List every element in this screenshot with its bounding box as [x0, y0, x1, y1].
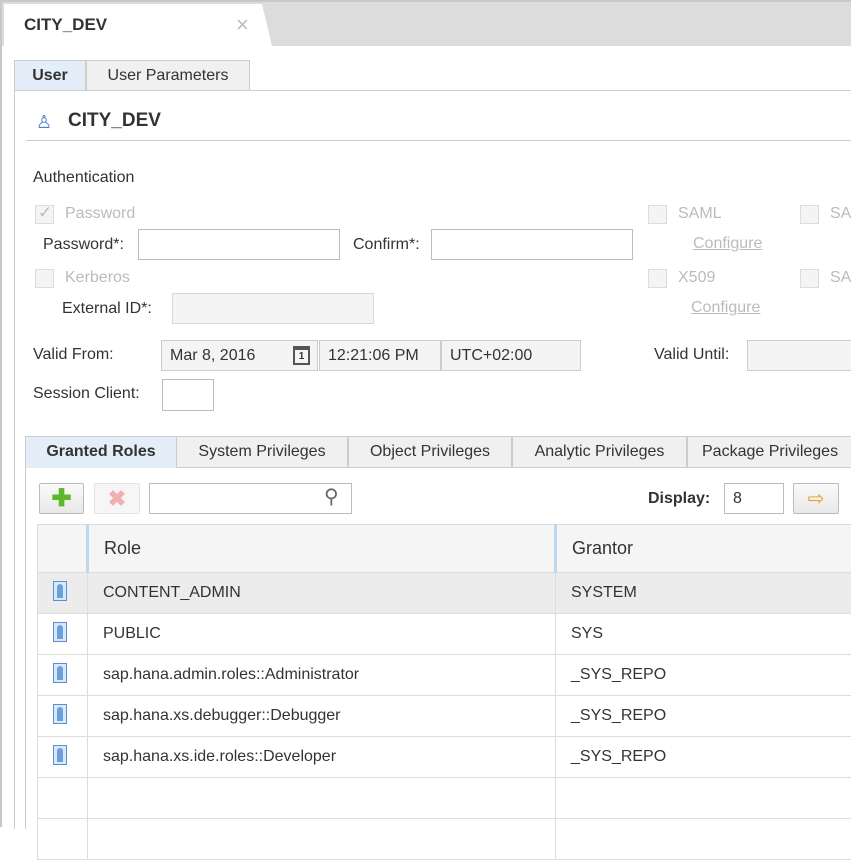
x509-checkbox[interactable] — [648, 269, 667, 288]
sap-assertion-label: SA — [830, 269, 851, 287]
session-client-label: Session Client: — [33, 385, 140, 403]
kerberos-checkbox[interactable] — [35, 269, 54, 288]
close-icon[interactable]: × — [236, 12, 249, 38]
confirm-label: Confirm*: — [353, 236, 420, 254]
sap-assertion-checkbox[interactable] — [800, 269, 819, 288]
date-value: Mar 8, 2016 — [170, 347, 255, 365]
role-column-header[interactable]: Role — [88, 525, 556, 573]
tab-object-privileges[interactable]: Object Privileges — [348, 436, 512, 468]
grantor-cell: SYSTEM — [556, 573, 851, 614]
granted-roles-table: Role Grantor CONTENT_ADMINSYSTEM PUBLICS… — [37, 524, 851, 860]
grantor-column-header[interactable]: Grantor — [556, 525, 851, 573]
tab-analytic-privileges[interactable]: Analytic Privileges — [512, 436, 687, 468]
valid-from-time[interactable]: 12:21:06 PM — [319, 340, 441, 371]
authentication-heading: Authentication — [33, 169, 134, 187]
valid-from-timezone[interactable]: UTC+02:00 — [441, 340, 581, 371]
role-icon — [53, 663, 67, 683]
tab-user[interactable]: User — [14, 60, 86, 91]
table-row[interactable]: CONTENT_ADMINSYSTEM — [38, 573, 851, 614]
saml-option-label: SAML — [678, 205, 722, 223]
tab-package-privileges[interactable]: Package Privileges — [687, 436, 851, 468]
search-icon: ⚲ — [324, 484, 339, 509]
role-icon — [53, 622, 67, 642]
next-page-button[interactable]: ⇨ — [793, 483, 839, 514]
session-client-input[interactable] — [162, 379, 214, 411]
saml-configure-link[interactable]: Configure — [693, 235, 762, 253]
confirm-input[interactable] — [431, 229, 633, 260]
table-row[interactable]: sap.hana.admin.roles::Administrator_SYS_… — [38, 655, 851, 696]
role-cell: PUBLIC — [88, 614, 556, 655]
role-cell: sap.hana.xs.debugger::Debugger — [88, 696, 556, 737]
password-label: Password*: — [43, 236, 124, 254]
display-count-input[interactable]: 8 — [724, 483, 784, 514]
table-header: Role Grantor — [38, 525, 851, 573]
kerberos-option-label: Kerberos — [65, 269, 130, 287]
role-search-input[interactable] — [149, 483, 352, 514]
role-cell: sap.hana.admin.roles::Administrator — [88, 655, 556, 696]
role-cell: CONTENT_ADMIN — [88, 573, 556, 614]
grantor-cell: _SYS_REPO — [556, 737, 851, 778]
saml-checkbox[interactable] — [648, 205, 667, 224]
external-id-label: External ID*: — [62, 300, 152, 318]
display-label: Display: — [648, 490, 710, 508]
valid-from-date[interactable]: Mar 8, 2016 1 — [161, 340, 318, 371]
calendar-icon[interactable]: 1 — [293, 346, 310, 365]
external-id-input[interactable] — [172, 293, 374, 324]
document-tab-title: CITY_DEV — [24, 15, 107, 35]
icon-column-header — [38, 525, 88, 573]
sap-logon-checkbox[interactable] — [800, 205, 819, 224]
valid-until-label: Valid Until: — [654, 346, 729, 364]
x509-configure-link[interactable]: Configure — [691, 299, 760, 317]
table-row[interactable]: sap.hana.xs.debugger::Debugger_SYS_REPO — [38, 696, 851, 737]
role-cell: sap.hana.xs.ide.roles::Developer — [88, 737, 556, 778]
table-row[interactable]: PUBLICSYS — [38, 614, 851, 655]
document-tab[interactable]: CITY_DEV × — [4, 4, 272, 46]
password-input[interactable] — [138, 229, 340, 260]
grantor-cell: _SYS_REPO — [556, 696, 851, 737]
password-option-label: Password — [65, 205, 135, 223]
tab-system-privileges[interactable]: System Privileges — [176, 436, 348, 468]
plus-icon: ✚ — [51, 484, 71, 513]
grantor-cell: _SYS_REPO — [556, 655, 851, 696]
delete-icon: ✖ — [108, 486, 126, 512]
role-icon — [53, 581, 67, 601]
empty-row — [38, 778, 851, 819]
valid-until-input[interactable] — [747, 340, 851, 371]
empty-row — [38, 819, 851, 860]
tab-granted-roles[interactable]: Granted Roles — [25, 436, 177, 468]
valid-from-label: Valid From: — [33, 346, 114, 364]
sap-logon-label: SA — [830, 205, 851, 223]
add-role-button[interactable]: ✚ — [39, 483, 84, 514]
role-icon — [53, 745, 67, 765]
user-icon: ♙ — [36, 112, 52, 133]
role-icon — [53, 704, 67, 724]
remove-role-button[interactable]: ✖ — [94, 483, 140, 514]
arrow-right-icon: ⇨ — [808, 486, 825, 511]
x509-option-label: X509 — [678, 269, 715, 287]
password-checkbox[interactable]: ✓ — [35, 205, 54, 224]
grantor-cell: SYS — [556, 614, 851, 655]
tab-user-parameters[interactable]: User Parameters — [86, 60, 250, 91]
page-title: CITY_DEV — [68, 110, 161, 132]
table-row[interactable]: sap.hana.xs.ide.roles::Developer_SYS_REP… — [38, 737, 851, 778]
divider — [26, 140, 851, 141]
